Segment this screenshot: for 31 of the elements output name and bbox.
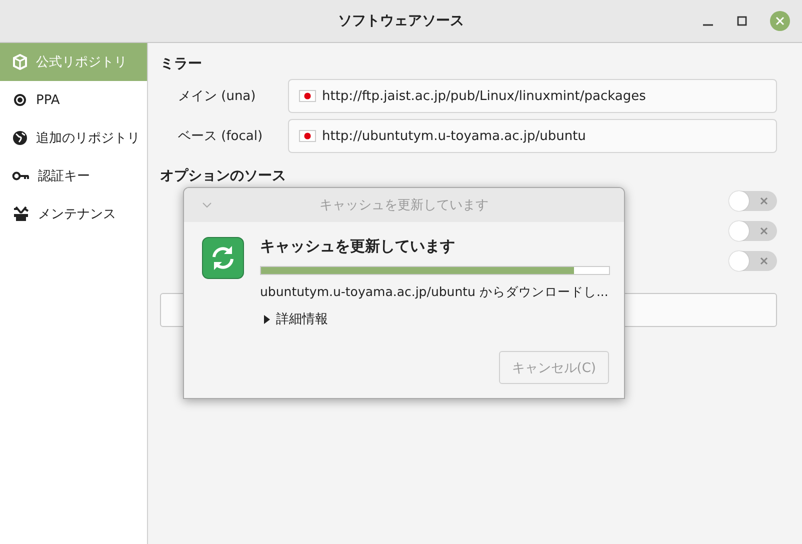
section-heading: ミラー <box>160 55 202 73</box>
section-heading: オプションのソース <box>160 167 286 185</box>
refresh-icon <box>202 237 244 279</box>
chevron-icon[interactable] <box>202 202 212 208</box>
sidebar-item[interactable]: 追加のリポジトリ <box>0 119 147 157</box>
key-icon <box>12 170 30 182</box>
mirror-field[interactable]: http://ftp.jaist.ac.jp/pub/Linux/linuxmint/packages <box>288 79 777 113</box>
ring-icon <box>12 92 28 108</box>
dialog-title: キャッシュを更新しています <box>320 197 488 214</box>
field-label: メイン (una) <box>177 88 257 105</box>
toggle-switch[interactable] <box>729 191 777 211</box>
toggle-switch[interactable] <box>729 221 777 241</box>
japan-flag-icon <box>299 90 316 102</box>
sidebar-item[interactable]: PPA <box>0 81 147 119</box>
japan-flag-icon <box>299 130 316 142</box>
cross-icon <box>760 197 768 205</box>
details-expander[interactable]: 詳細情報 <box>260 310 328 328</box>
toggle-switch[interactable] <box>729 251 777 271</box>
status-text: ubuntutym.u-toyama.ac.jp/ubuntu からダウンロードし... <box>260 284 608 301</box>
maximize-icon[interactable] <box>736 15 748 27</box>
cross-icon <box>760 257 768 265</box>
sidebar-item[interactable]: メンテナンス <box>0 195 147 233</box>
window-title: ソフトウェアソース <box>338 12 464 30</box>
dialog-heading: キャッシュを更新しています <box>260 237 455 256</box>
triangle-icon <box>264 314 270 324</box>
close-icon[interactable] <box>770 11 790 31</box>
cross-icon <box>760 227 768 235</box>
cube-icon <box>12 54 28 70</box>
sidebar-item[interactable]: 認証キー <box>0 157 147 195</box>
mirror-field[interactable]: http://ubuntutym.u-toyama.ac.jp/ubuntu <box>288 119 777 153</box>
field-label: ベース (focal) <box>177 128 264 145</box>
